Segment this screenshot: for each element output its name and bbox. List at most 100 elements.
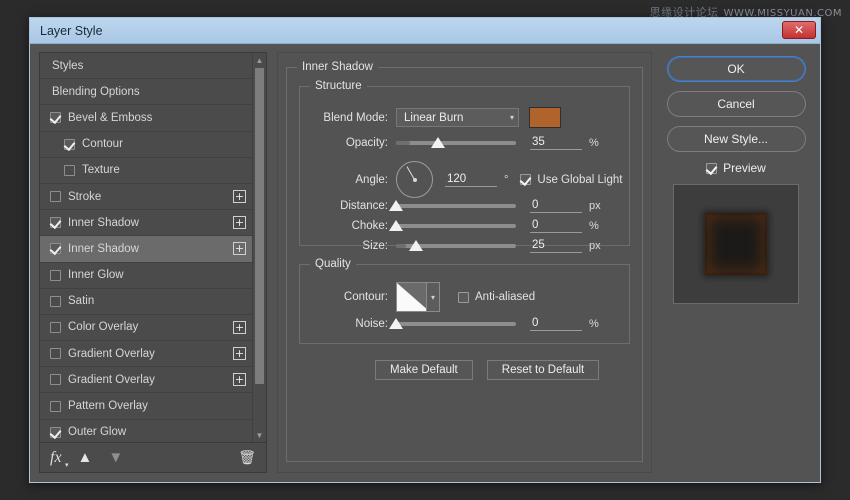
checkbox-checked-icon[interactable] bbox=[50, 427, 61, 438]
use-global-light-label: Use Global Light bbox=[537, 174, 622, 186]
scrollbar-thumb[interactable] bbox=[255, 68, 264, 384]
anti-aliased-checkbox[interactable] bbox=[458, 292, 469, 303]
preview-toggle-row: Preview bbox=[706, 161, 766, 175]
styles-toolbar: fx ▲ ▼ 🗑 bbox=[39, 443, 267, 473]
checkbox-icon[interactable] bbox=[64, 165, 75, 176]
scroll-up-icon[interactable]: ▲ bbox=[253, 53, 266, 67]
styles-list-item-label: Inner Shadow bbox=[68, 217, 233, 229]
checkbox-icon[interactable] bbox=[50, 401, 61, 412]
dialog-body: StylesBlending OptionsBevel & EmbossCont… bbox=[30, 44, 820, 482]
preview-checkbox[interactable] bbox=[706, 163, 717, 174]
inner-shadow-group: Inner Shadow Structure Blend Mode: Linea… bbox=[286, 67, 643, 462]
add-effect-icon[interactable]: + bbox=[233, 373, 246, 386]
cancel-button[interactable]: Cancel bbox=[667, 91, 806, 117]
shadow-color-swatch[interactable] bbox=[529, 107, 561, 128]
styles-list-item[interactable]: Color Overlay+ bbox=[40, 315, 252, 341]
choke-slider[interactable] bbox=[396, 224, 516, 228]
styles-list-item[interactable]: Styles bbox=[40, 53, 252, 79]
styles-list-item[interactable]: Contour bbox=[40, 132, 252, 158]
styles-list-item[interactable]: Texture bbox=[40, 158, 252, 184]
styles-list-item[interactable]: Inner Glow bbox=[40, 263, 252, 289]
checkbox-icon[interactable] bbox=[50, 374, 61, 385]
add-effect-icon[interactable]: + bbox=[233, 321, 246, 334]
styles-list-item-label: Blending Options bbox=[52, 86, 246, 98]
angle-label: Angle: bbox=[310, 174, 388, 186]
blend-mode-label: Blend Mode: bbox=[310, 112, 388, 124]
distance-row: Distance: 0 px bbox=[310, 199, 650, 213]
scroll-down-icon[interactable]: ▼ bbox=[253, 428, 266, 442]
blend-mode-value: Linear Burn bbox=[404, 112, 463, 124]
close-button[interactable]: ✕ bbox=[782, 21, 816, 39]
choke-slider-thumb[interactable] bbox=[389, 220, 403, 231]
noise-unit: % bbox=[589, 318, 599, 330]
opacity-input[interactable]: 35 bbox=[530, 136, 582, 150]
opacity-slider-thumb[interactable] bbox=[431, 137, 445, 148]
delete-icon[interactable]: 🗑 bbox=[238, 449, 256, 466]
checkbox-icon[interactable] bbox=[50, 348, 61, 359]
size-slider[interactable] bbox=[396, 244, 516, 248]
add-effect-icon[interactable]: + bbox=[233, 216, 246, 229]
move-down-icon[interactable]: ▼ bbox=[108, 449, 123, 466]
contour-picker[interactable]: ▾ bbox=[396, 282, 440, 312]
angle-dial[interactable] bbox=[396, 161, 433, 198]
checkbox-icon[interactable] bbox=[50, 296, 61, 307]
styles-list-item[interactable]: Pattern Overlay bbox=[40, 393, 252, 419]
contour-label: Contour: bbox=[310, 291, 388, 303]
styles-list-item[interactable]: Bevel & Emboss bbox=[40, 105, 252, 131]
styles-list-item[interactable]: Gradient Overlay+ bbox=[40, 341, 252, 367]
noise-slider-thumb[interactable] bbox=[389, 318, 403, 329]
add-effect-icon[interactable]: + bbox=[233, 347, 246, 360]
checkbox-checked-icon[interactable] bbox=[50, 243, 61, 254]
styles-list-item-label: Texture bbox=[82, 164, 246, 176]
choke-row: Choke: 0 % bbox=[310, 219, 650, 233]
styles-list-item-label: Gradient Overlay bbox=[68, 348, 233, 360]
checkbox-icon[interactable] bbox=[50, 322, 61, 333]
contour-row: Contour: ▾ Anti-aliased bbox=[310, 282, 650, 312]
styles-list-box: Styles Blending Options Bevel & EmbossCont… bbox=[39, 52, 267, 443]
reset-to-default-button[interactable]: Reset to Default bbox=[487, 360, 599, 380]
styles-list-item[interactable]: Satin bbox=[40, 289, 252, 315]
distance-input[interactable]: 0 bbox=[530, 199, 582, 213]
fx-icon[interactable]: fx bbox=[50, 449, 62, 467]
distance-slider[interactable] bbox=[396, 204, 516, 208]
checkbox-checked-icon[interactable] bbox=[50, 217, 61, 228]
make-default-button[interactable]: Make Default bbox=[375, 360, 473, 380]
size-slider-thumb[interactable] bbox=[409, 240, 423, 251]
styles-list-item[interactable]: Stroke+ bbox=[40, 184, 252, 210]
distance-label: Distance: bbox=[310, 200, 388, 212]
noise-input[interactable]: 0 bbox=[530, 317, 582, 331]
checkbox-icon[interactable] bbox=[50, 191, 61, 202]
distance-unit: px bbox=[589, 200, 601, 212]
ok-button[interactable]: OK bbox=[667, 56, 806, 82]
styles-list-item[interactable]: Blending Options bbox=[40, 79, 252, 105]
styles-scrollbar[interactable]: ▲ ▼ bbox=[252, 53, 266, 442]
styles-list-item[interactable]: Gradient Overlay+ bbox=[40, 367, 252, 393]
styles-list-item[interactable]: Inner Shadow+ bbox=[40, 236, 252, 262]
angle-unit: ° bbox=[504, 174, 508, 186]
add-effect-icon[interactable]: + bbox=[233, 242, 246, 255]
scrollbar-track[interactable] bbox=[253, 67, 266, 428]
size-input[interactable]: 25 bbox=[530, 239, 582, 253]
styles-list-item-label: Pattern Overlay bbox=[68, 400, 246, 412]
new-style-button[interactable]: New Style... bbox=[667, 126, 806, 152]
options-panel: Inner Shadow Structure Blend Mode: Linea… bbox=[277, 52, 652, 473]
distance-slider-thumb[interactable] bbox=[389, 200, 403, 211]
opacity-unit: % bbox=[589, 137, 599, 149]
styles-list-item[interactable]: Outer Glow bbox=[40, 420, 252, 443]
size-row: Size: 25 px bbox=[310, 239, 650, 253]
blend-mode-select[interactable]: Linear Burn ▾ bbox=[396, 108, 519, 127]
angle-input[interactable]: 120 bbox=[445, 173, 497, 187]
add-effect-icon[interactable]: + bbox=[233, 190, 246, 203]
checkbox-icon[interactable] bbox=[50, 270, 61, 281]
quality-group: Quality Contour: ▾ Anti-aliased Noise: bbox=[299, 264, 630, 344]
preview-thumbnail bbox=[673, 184, 799, 304]
actions-column: OK Cancel New Style... Preview bbox=[662, 52, 810, 473]
styles-list-item[interactable]: Inner Shadow+ bbox=[40, 210, 252, 236]
opacity-slider[interactable] bbox=[396, 141, 516, 145]
checkbox-checked-icon[interactable] bbox=[50, 112, 61, 123]
noise-slider[interactable] bbox=[396, 322, 516, 326]
move-up-icon[interactable]: ▲ bbox=[78, 449, 93, 466]
checkbox-checked-icon[interactable] bbox=[64, 139, 75, 150]
choke-input[interactable]: 0 bbox=[530, 219, 582, 233]
use-global-light-checkbox[interactable] bbox=[520, 174, 531, 185]
